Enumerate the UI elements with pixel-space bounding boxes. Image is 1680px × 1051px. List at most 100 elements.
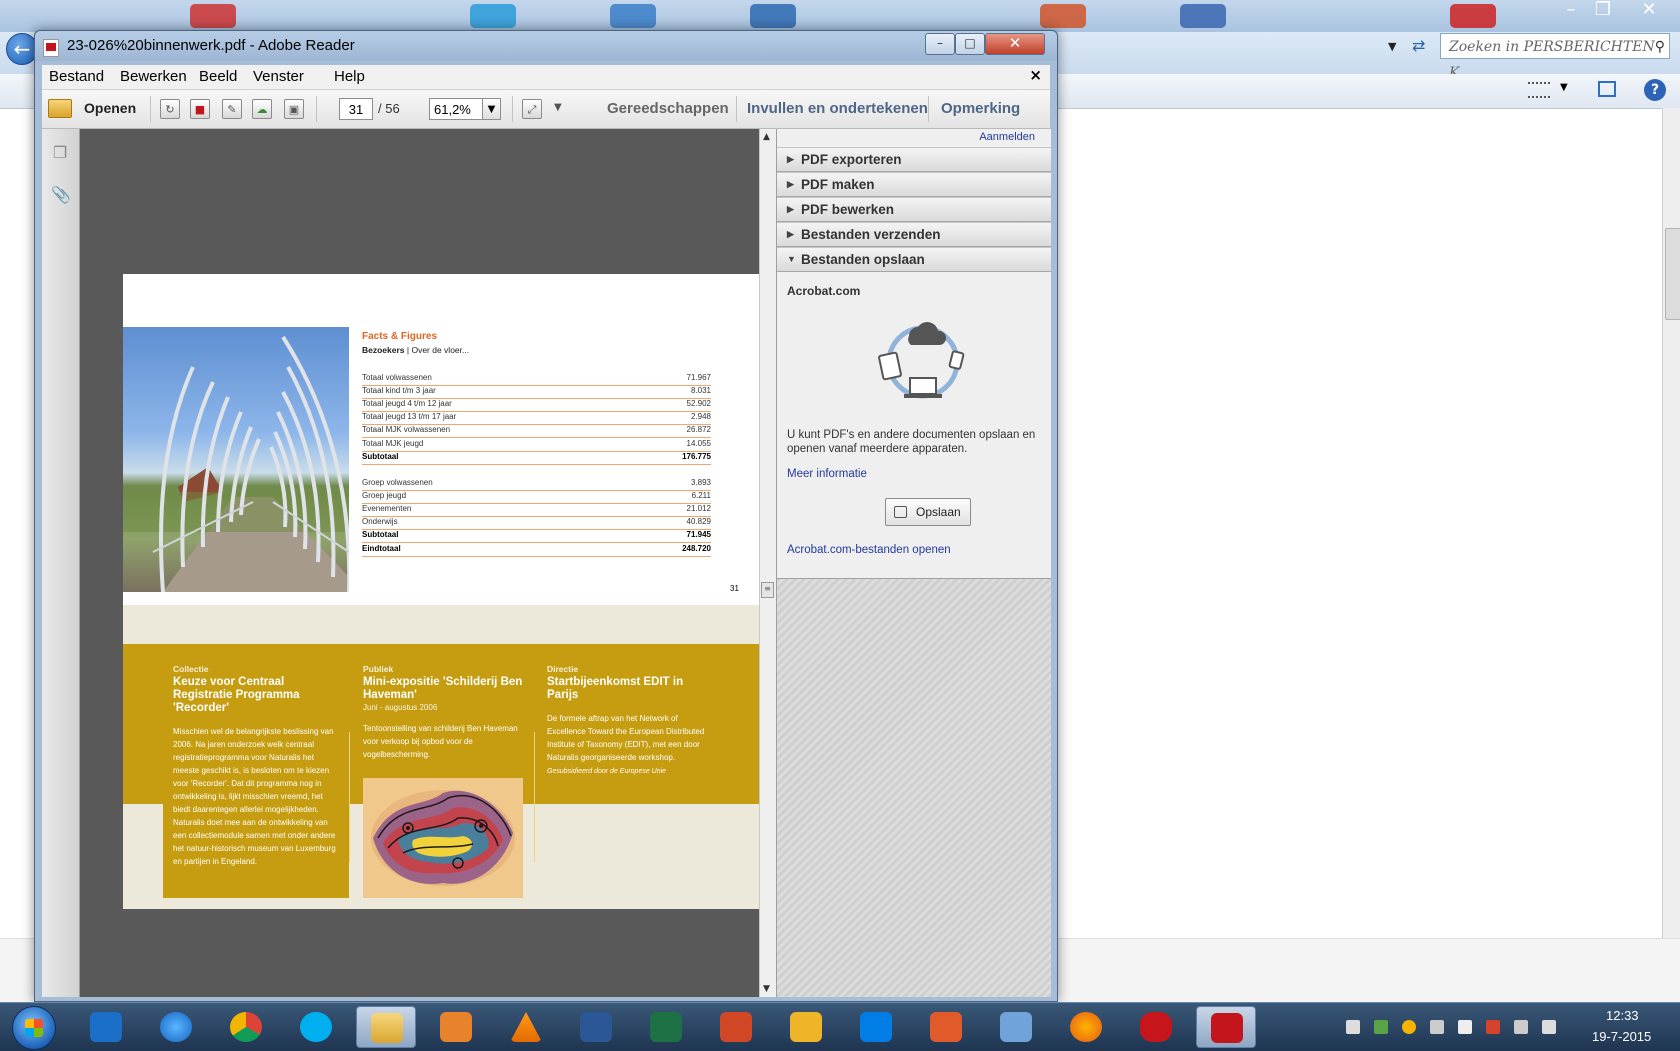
taskbar-teamviewer[interactable] <box>76 1006 136 1048</box>
red-splash-icon <box>1140 1012 1172 1042</box>
taskbar-vlc[interactable] <box>496 1006 556 1048</box>
refresh-icon[interactable]: ⇄ <box>1412 36 1425 55</box>
adobe-reader-window: 23-026%20binnenwerk.pdf - Adobe Reader –… <box>34 30 1058 1002</box>
background-tab-icon[interactable] <box>750 4 796 28</box>
document-scrollbar[interactable]: ▲ ≡ ▼ <box>759 129 776 997</box>
view-options-icon[interactable] <box>1528 82 1550 98</box>
background-scrollbar[interactable] <box>1662 108 1680 938</box>
panel-bestanden-verzenden[interactable]: ▶ Bestanden verzenden <box>777 222 1051 247</box>
scroll-down-icon[interactable]: ▼ <box>763 984 770 994</box>
menu-help[interactable]: Help <box>334 68 365 85</box>
column-directie: Directie Startbijeenkomst EDIT in Parijs… <box>547 664 707 775</box>
close-document-icon[interactable]: × <box>1029 66 1042 84</box>
zoom-dropdown-icon[interactable]: ▼ <box>483 98 501 120</box>
taskbar-word[interactable] <box>566 1006 626 1048</box>
tools-link[interactable]: Gereedschappen <box>607 100 729 117</box>
dropdown-arrow-icon[interactable]: ▼ <box>1388 40 1396 53</box>
subtitle-rest: | Over de vloer... <box>404 345 470 355</box>
taskbar-firefox[interactable] <box>1056 1006 1116 1048</box>
menu-venster[interactable]: Venster <box>253 68 304 85</box>
tray-app-icon[interactable] <box>1486 1020 1500 1034</box>
panel-pdf-maken[interactable]: ▶ PDF maken <box>777 172 1051 197</box>
taskbar-mir[interactable] <box>986 1006 1046 1048</box>
fill-sign-link[interactable]: Invullen en ondertekenen <box>747 100 928 117</box>
taskbar-chrome[interactable] <box>216 1006 276 1048</box>
open-acrobat-files-link[interactable]: Acrobat.com-bestanden openen <box>787 544 951 556</box>
column-heading: Mini-expositie 'Schilderij Ben Haveman' <box>363 676 523 701</box>
taskbar-ie[interactable] <box>146 1006 206 1048</box>
background-scroll-thumb[interactable] <box>1665 228 1680 320</box>
taskbar-splash[interactable] <box>1126 1006 1186 1048</box>
toolbar-options-icon[interactable]: ▼ <box>554 102 562 113</box>
menu-beeld[interactable]: Beeld <box>199 68 237 85</box>
taskbar-outlook[interactable] <box>776 1006 836 1048</box>
taskbar-photo-editor[interactable] <box>916 1006 976 1048</box>
signin-link[interactable]: Aanmelden <box>979 131 1035 143</box>
clock-time[interactable]: 12:33 <box>1606 1008 1639 1023</box>
page-number-input[interactable]: 31 <box>339 98 373 120</box>
save-button[interactable]: Opslaan <box>885 498 971 526</box>
row-value: 40.829 <box>686 517 711 527</box>
column-divider <box>349 732 350 862</box>
maximize-button[interactable]: □ <box>955 33 985 55</box>
save-icon[interactable]: ▣ <box>284 99 304 119</box>
search-icon[interactable]: ⚲ <box>1655 34 1665 60</box>
taskbar-adobe-reader[interactable] <box>1196 1006 1256 1048</box>
fit-page-icon[interactable]: ⤢ <box>522 99 542 119</box>
volume-icon[interactable] <box>1542 1020 1556 1034</box>
taskbar-powerpoint[interactable] <box>706 1006 766 1048</box>
scroll-up-icon[interactable]: ▲ <box>763 132 770 142</box>
restore-icon[interactable]: ❐ <box>1584 0 1622 22</box>
toolbar-separator <box>316 96 317 122</box>
background-tab-icon[interactable] <box>610 4 656 28</box>
panel-pdf-exporteren[interactable]: ▶ PDF exporteren <box>777 147 1051 172</box>
search-input[interactable]: Zoeken in PERSBERICHTEN K... ⚲ <box>1440 33 1670 81</box>
menu-bestand[interactable]: Bestand <box>49 68 104 85</box>
taskbar-dropbox[interactable] <box>846 1006 906 1048</box>
background-tab-icon[interactable] <box>470 4 516 28</box>
taskbar-excel[interactable] <box>636 1006 696 1048</box>
table-row: Totaal jeugd 4 t/m 12 jaar 52.902 <box>362 399 711 413</box>
taskbar-media[interactable] <box>426 1006 486 1048</box>
taskbar-skype[interactable] <box>286 1006 346 1048</box>
background-tab-icon[interactable] <box>1040 4 1086 28</box>
comment-link[interactable]: Opmerking <box>941 100 1020 117</box>
panel-pdf-bewerken[interactable]: ▶ PDF bewerken <box>777 197 1051 222</box>
menu-bewerken[interactable]: Bewerken <box>120 68 187 85</box>
background-tab-icon[interactable] <box>1450 4 1496 28</box>
toolbar-separator <box>736 96 737 122</box>
close-icon[interactable]: ✕ <box>1630 0 1668 22</box>
background-tab-icon[interactable] <box>1180 4 1226 28</box>
start-button[interactable] <box>12 1006 56 1050</box>
dropbox-tray-icon[interactable] <box>1430 1020 1444 1034</box>
minimize-button[interactable]: – <box>925 33 955 55</box>
edit-pdf-icon[interactable]: ✎ <box>222 99 242 119</box>
row-label: Totaal jeugd 13 t/m 17 jaar <box>362 412 457 422</box>
more-info-link[interactable]: Meer informatie <box>787 468 867 480</box>
tray-app-icon[interactable] <box>1374 1020 1388 1034</box>
background-tab-icon[interactable] <box>190 4 236 28</box>
page-thumbnails-icon[interactable]: ❐ <box>51 143 69 163</box>
tray-app-icon[interactable] <box>1402 1020 1416 1034</box>
taskbar-explorer[interactable] <box>356 1006 416 1048</box>
teamviewer-icon <box>90 1012 122 1042</box>
zoom-input[interactable]: 61,2% <box>429 98 483 120</box>
attachments-icon[interactable]: 📎 <box>51 185 71 205</box>
panel-bestanden-opslaan[interactable]: ▼ Bestanden opslaan <box>777 247 1051 272</box>
firefox-icon <box>1070 1012 1102 1042</box>
chevron-down-icon[interactable]: ▼ <box>1560 82 1568 93</box>
close-button[interactable]: ✕ <box>985 33 1045 55</box>
row-label: Subtotaal <box>362 451 399 461</box>
network-icon[interactable] <box>1514 1020 1528 1034</box>
title-bar: 23-026%20binnenwerk.pdf - Adobe Reader –… <box>35 31 1057 61</box>
scroll-thumb[interactable]: ≡ <box>761 582 774 598</box>
preview-pane-icon[interactable] <box>1598 81 1616 97</box>
action-center-icon[interactable] <box>1458 1020 1472 1034</box>
clock-date[interactable]: 19-7-2015 <box>1592 1029 1651 1044</box>
export-pdf-icon[interactable]: ■ <box>190 99 210 119</box>
cloud-upload-icon[interactable]: ☁ <box>252 99 272 119</box>
windows-flag-icon[interactable] <box>1346 1020 1360 1034</box>
row-value: 52.902 <box>686 399 711 409</box>
create-pdf-icon[interactable]: ↻ <box>160 99 180 119</box>
help-icon[interactable]: ? <box>1644 79 1666 101</box>
